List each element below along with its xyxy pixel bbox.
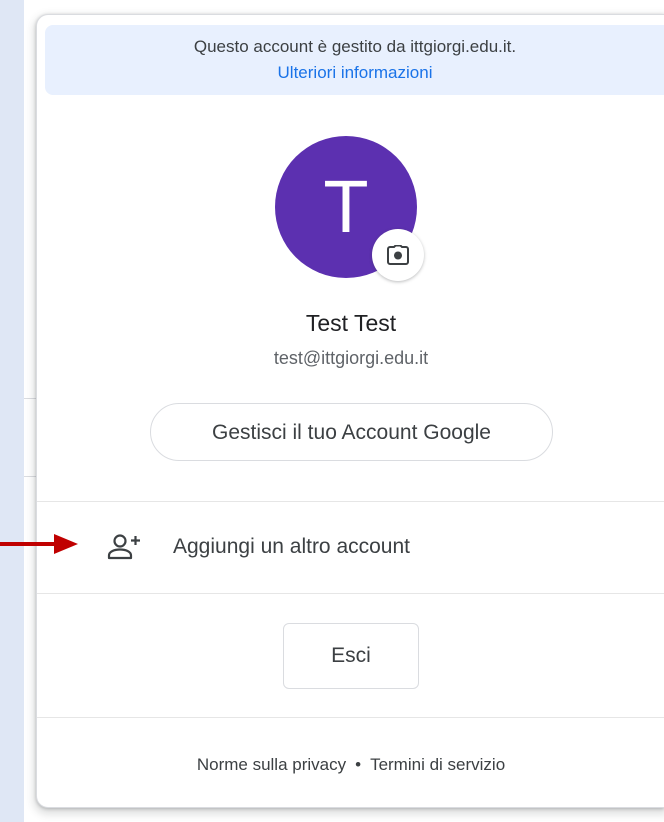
terms-of-service-link[interactable]: Termini di servizio xyxy=(370,755,505,774)
account-menu-card: Questo account è gestito da ittgiorgi.ed… xyxy=(36,14,664,808)
add-another-account-label: Aggiungi un altro account xyxy=(173,535,410,558)
privacy-policy-link[interactable]: Norme sulla privacy xyxy=(197,755,346,774)
change-photo-button[interactable] xyxy=(372,229,424,281)
manage-account-button[interactable]: Gestisci il tuo Account Google xyxy=(150,403,553,461)
divider xyxy=(37,717,664,718)
add-another-account-item[interactable]: Aggiungi un altro account xyxy=(37,501,664,593)
more-info-link[interactable]: Ulteriori informazioni xyxy=(45,60,664,86)
footer-separator: • xyxy=(355,755,362,774)
account-name: Test Test xyxy=(305,310,397,336)
account-email: test@ittgiorgi.edu.it xyxy=(273,348,429,368)
person-add-icon xyxy=(107,534,140,560)
red-arrow-annotation xyxy=(0,534,78,554)
camera-icon xyxy=(387,245,409,265)
managed-account-text: Questo account è gestito da ittgiorgi.ed… xyxy=(193,37,517,56)
sign-out-button[interactable]: Esci xyxy=(283,623,419,689)
divider xyxy=(37,593,664,594)
footer-links: Norme sulla privacy • Termini di servizio xyxy=(37,753,664,777)
managed-account-banner: Questo account è gestito da ittgiorgi.ed… xyxy=(45,25,664,95)
